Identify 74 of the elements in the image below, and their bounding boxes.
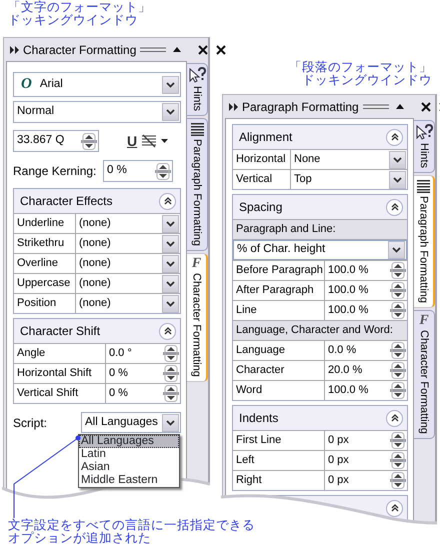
- dropdown-field[interactable]: None: [291, 150, 407, 169]
- row-label: Position: [14, 294, 76, 313]
- annotation-text: 「文字のフォーマット」: [8, 1, 151, 14]
- row-label: Word: [233, 381, 325, 400]
- dropdown-field[interactable]: All Languages: [81, 412, 181, 433]
- f-letter-icon: F: [419, 314, 429, 328]
- underline-icon[interactable]: U: [127, 130, 138, 152]
- dropdown-field[interactable]: (none): [76, 294, 180, 313]
- dropdown-field[interactable]: O Arial: [13, 72, 181, 97]
- section-title: Character Shift: [20, 323, 102, 340]
- row-label: After Paragraph: [233, 281, 325, 300]
- annotation-text: オプションが追加された: [8, 532, 152, 544]
- annotation-text: ドッキングウインドウ: [8, 14, 139, 26]
- tab[interactable]: Paragraph Formatting: [187, 118, 208, 252]
- dropdown-field[interactable]: (none): [76, 274, 180, 293]
- row-label: Character: [233, 361, 325, 380]
- section-title: Alignment: [239, 129, 294, 146]
- row-label: Right: [233, 471, 325, 490]
- row-label: Left: [233, 451, 325, 470]
- field-label: Range Kerning:: [13, 163, 96, 180]
- row-label: Strikethru: [14, 234, 76, 253]
- subheader-label: Paragraph and Line:: [233, 219, 407, 239]
- panel-title: Character Formatting: [23, 42, 136, 58]
- row-label: Angle: [14, 344, 106, 363]
- tab[interactable]: Hints: [187, 63, 208, 116]
- spin-field[interactable]: 0 %: [106, 364, 180, 383]
- f-letter-icon: F: [192, 257, 202, 270]
- tab[interactable]: F Character Formatting: [187, 253, 208, 382]
- section-title: Character Effects: [20, 193, 114, 210]
- row-label: Horizontal: [233, 150, 291, 169]
- dropdown-field[interactable]: Top: [291, 170, 407, 189]
- spin-field[interactable]: 100.0 %: [325, 281, 407, 300]
- row-label: Language: [233, 341, 325, 360]
- dropdown-option[interactable]: Latin: [79, 448, 179, 461]
- subheader-label: Language, Character and Word:: [233, 320, 407, 340]
- spin-field[interactable]: 0 px: [325, 431, 407, 450]
- row-label: Underline: [14, 214, 76, 233]
- row-label: Horizontal Shift: [14, 364, 106, 383]
- row-label: Overline: [14, 254, 76, 273]
- dropdown-field[interactable]: (none): [76, 234, 180, 253]
- row-label: First Line: [233, 431, 325, 450]
- spin-field[interactable]: 100.0 %: [325, 381, 407, 400]
- panel-title: Paragraph Formatting: [242, 98, 359, 116]
- row-label: Before Paragraph: [233, 261, 325, 280]
- row-label: Vertical Shift: [14, 384, 106, 403]
- row-label: Vertical: [233, 170, 291, 189]
- spin-field[interactable]: 100.0 %: [325, 261, 407, 280]
- font-type-icon: O: [21, 73, 32, 96]
- tab[interactable]: Hints: [414, 120, 435, 174]
- spin-field[interactable]: 100.0 %: [325, 301, 407, 320]
- row-label: Uppercase: [14, 274, 76, 293]
- field-label: Script:: [13, 414, 48, 432]
- dropdown-option[interactable]: Asian: [79, 461, 179, 474]
- spin-field[interactable]: 0.0 °: [106, 344, 180, 363]
- annotation-text: ドッキングウインドウ: [302, 74, 432, 86]
- annotation-text: 「段落のフォーマット」: [289, 61, 432, 74]
- section-title: Indents: [239, 410, 280, 427]
- spin-field[interactable]: 0 %: [103, 160, 173, 182]
- spin-field[interactable]: 0 %: [106, 384, 180, 403]
- dropdown-field[interactable]: (none): [76, 214, 180, 233]
- dropdown-option[interactable]: All Languages: [79, 435, 179, 448]
- spin-field[interactable]: 0 px: [325, 451, 407, 470]
- dropdown-field[interactable]: % of Char. height: [233, 240, 407, 260]
- spin-field[interactable]: 33.867 Q: [13, 130, 99, 152]
- dropdown-field[interactable]: Normal: [13, 101, 181, 123]
- spin-field[interactable]: 0 px: [325, 471, 407, 490]
- dropdown-option[interactable]: Middle Eastern: [79, 474, 179, 487]
- tab[interactable]: Paragraph Formatting: [414, 175, 435, 308]
- spin-field[interactable]: 20.0 %: [325, 361, 407, 380]
- spin-field[interactable]: 0.0 %: [325, 341, 407, 360]
- section-title: Spacing: [239, 199, 284, 216]
- dropdown-field[interactable]: (none): [76, 254, 180, 273]
- tab[interactable]: F Character Formatting: [414, 310, 435, 439]
- annotation-text: 文字設定をすべての言語に一括指定できる: [8, 519, 255, 532]
